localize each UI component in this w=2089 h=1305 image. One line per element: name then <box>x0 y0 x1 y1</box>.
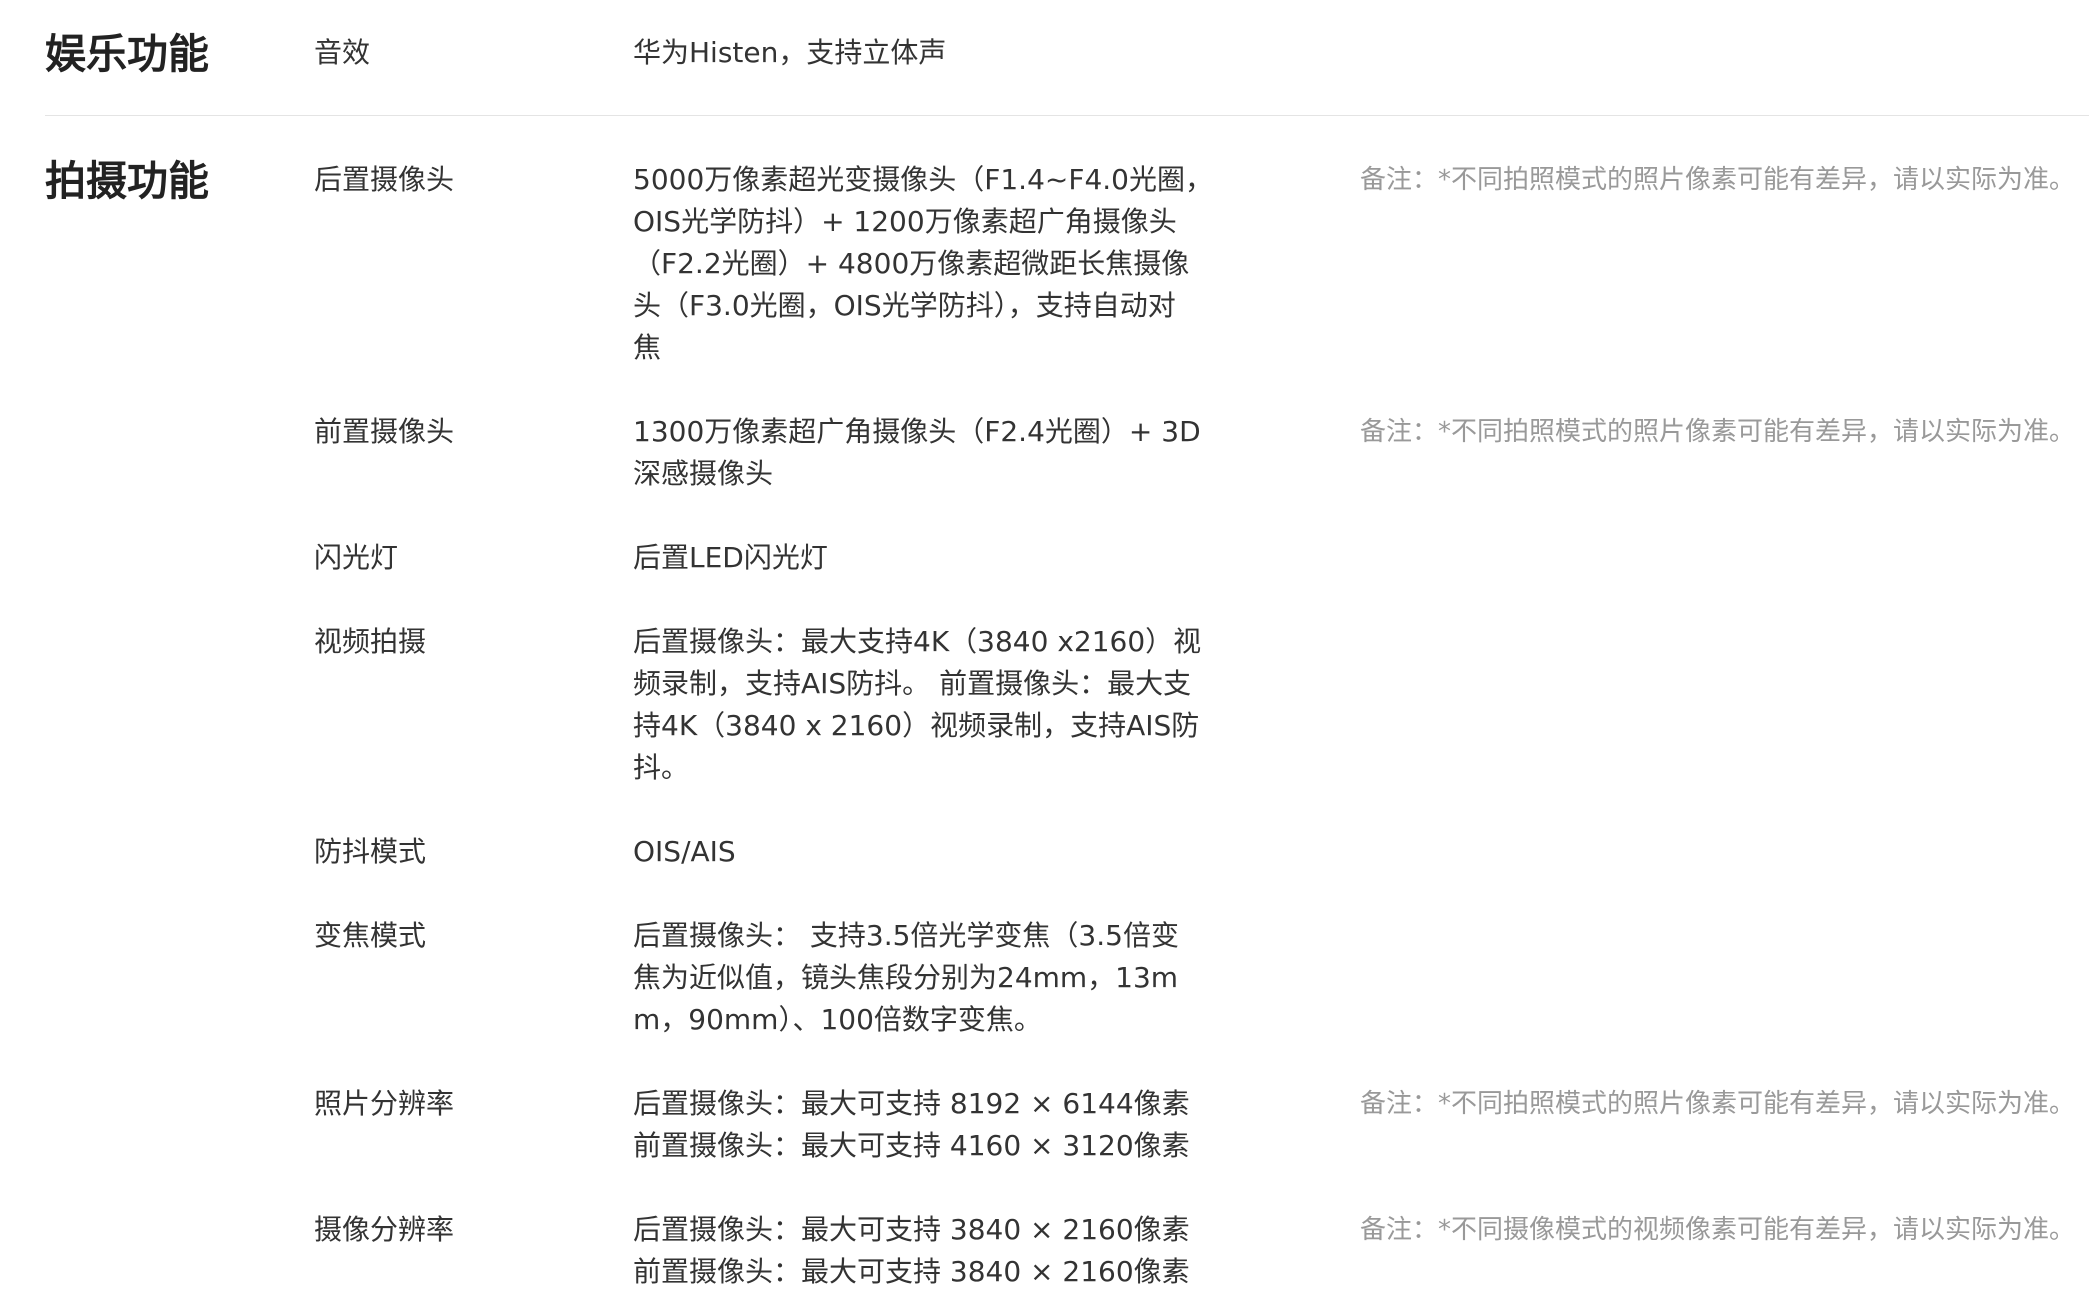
spec-value: 华为Histen，支持立体声 <box>633 32 1198 74</box>
spec-note: 备注：*不同拍照模式的照片像素可能有差异，请以实际为准。 <box>1360 1089 2076 1119</box>
spec-value-line: 前置摄像头：最大可支持 3840 × 2160像素 <box>633 1255 1190 1288</box>
spec-label: 防抖模式 <box>314 835 427 868</box>
spec-value-line: 焦为近似值，镜头焦段分别为24mm，13m <box>633 961 1179 994</box>
spec-value-line: OIS/AIS <box>633 835 736 868</box>
spec-value: 后置摄像头： 支持3.5倍光学变焦（3.5倍变 焦为近似值，镜头焦段分别为24m… <box>633 915 1198 1041</box>
spec-label: 前置摄像头 <box>314 415 455 448</box>
spec-value-line: 后置摄像头： 支持3.5倍光学变焦（3.5倍变 <box>633 919 1179 952</box>
spec-value-line: 后置摄像头：最大支持4K（3840 x2160）视 <box>633 625 1202 658</box>
spec-value: 后置摄像头：最大支持4K（3840 x2160）视 频录制，支持AIS防抖。 前… <box>633 621 1202 789</box>
spec-label: 变焦模式 <box>314 919 427 952</box>
spec-value-line: （F2.2光圈）+ 4800万像素超微距长焦摄像 <box>633 247 1190 280</box>
spec-value: 后置摄像头：最大可支持 8192 × 6144像素 前置摄像头：最大可支持 41… <box>633 1083 1198 1167</box>
spec-value-line: 头（F3.0光圈，OIS光学防抖），支持自动对 <box>633 289 1176 322</box>
spec-value-line: 频录制，支持AIS防抖。 前置摄像头：最大支 <box>633 667 1192 700</box>
spec-value-line: OIS光学防抖）+ 1200万像素超广角摄像头 <box>633 205 1177 238</box>
spec-value: 5000万像素超光变摄像头（F1.4~F4.0光圈， OIS光学防抖）+ 120… <box>633 159 1213 369</box>
spec-value-line: 深感摄像头 <box>633 457 774 490</box>
spec-page: 娱乐功能 音效 华为Histen，支持立体声 拍摄功能 后置摄像头 5000万像… <box>0 0 2089 1305</box>
section-divider <box>45 115 2089 116</box>
spec-value-line: 5000万像素超光变摄像头（F1.4~F4.0光圈， <box>633 163 1213 196</box>
spec-label: 音效 <box>314 36 371 69</box>
spec-label: 照片分辨率 <box>314 1087 455 1120</box>
spec-value-line: 1300万像素超广角摄像头（F2.4光圈）+ 3D <box>633 415 1201 448</box>
spec-value-line: 后置摄像头：最大可支持 8192 × 6144像素 <box>633 1087 1190 1120</box>
spec-note: 备注：*不同摄像模式的视频像素可能有差异，请以实际为准。 <box>1360 1215 2076 1245</box>
spec-value-line: 持4K（3840 x 2160）视频录制，支持AIS防 <box>633 709 1200 742</box>
spec-note: 备注：*不同拍照模式的照片像素可能有差异，请以实际为准。 <box>1360 165 2076 195</box>
spec-value-line: 后置LED闪光灯 <box>633 541 828 574</box>
spec-value-line: m，90mm）、100倍数字变焦。 <box>633 1003 1042 1036</box>
spec-label: 摄像分辨率 <box>314 1213 455 1246</box>
section-title: 娱乐功能 <box>45 30 209 78</box>
section-title: 拍摄功能 <box>45 157 209 205</box>
spec-value-line: 焦 <box>633 331 662 364</box>
spec-value: 后置LED闪光灯 <box>633 537 1198 579</box>
spec-value-line: 前置摄像头：最大可支持 4160 × 3120像素 <box>633 1129 1190 1162</box>
spec-value-line: 后置摄像头：最大可支持 3840 × 2160像素 <box>633 1213 1190 1246</box>
spec-label: 后置摄像头 <box>314 163 455 196</box>
spec-label: 闪光灯 <box>314 541 399 574</box>
spec-value-line: 抖。 <box>633 751 690 784</box>
spec-label: 视频拍摄 <box>314 625 427 658</box>
spec-value: 后置摄像头：最大可支持 3840 × 2160像素 前置摄像头：最大可支持 38… <box>633 1209 1198 1293</box>
spec-value-line: 华为Histen，支持立体声 <box>633 36 947 69</box>
spec-note: 备注：*不同拍照模式的照片像素可能有差异，请以实际为准。 <box>1360 417 2076 447</box>
spec-value: OIS/AIS <box>633 831 1198 873</box>
spec-value: 1300万像素超广角摄像头（F2.4光圈）+ 3D 深感摄像头 <box>633 411 1201 495</box>
